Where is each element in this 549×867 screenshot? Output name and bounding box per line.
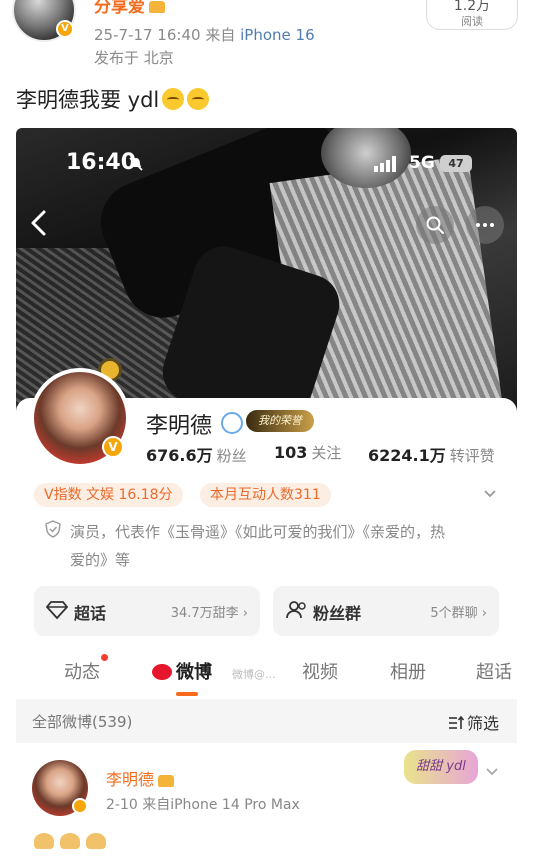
tab-super-topic[interactable]: 超话 bbox=[476, 658, 512, 684]
verified-badge-icon: V bbox=[56, 20, 74, 38]
active-tab-indicator bbox=[176, 692, 198, 696]
super-topic-card[interactable]: 超话 34.7万甜李 › bbox=[34, 586, 260, 636]
feed-meta: 2-10 来自iPhone 14 Pro Max bbox=[106, 797, 300, 813]
fan-group-card[interactable]: 粉丝群 5个群聊 › bbox=[273, 586, 499, 636]
post-text: 李明德我要 ydl bbox=[16, 84, 210, 114]
all-weibo-count[interactable]: 全部微博(539) bbox=[32, 711, 132, 732]
feed-sticker: 甜甜 ydl bbox=[404, 750, 478, 784]
feed-text bbox=[34, 830, 112, 854]
smirk-emoji-icon bbox=[162, 88, 185, 110]
crown-icon bbox=[158, 774, 175, 787]
following-stat[interactable]: 103 关注 bbox=[274, 442, 341, 463]
diamond-icon bbox=[46, 601, 68, 620]
verified-badge-icon bbox=[72, 798, 88, 814]
back-arrow-icon[interactable] bbox=[28, 208, 50, 238]
search-icon bbox=[426, 216, 444, 234]
smirk-emoji-icon bbox=[187, 88, 210, 110]
feed-author-name[interactable]: 李明德 bbox=[106, 766, 175, 790]
signal-icon bbox=[374, 156, 396, 172]
v-index-tag[interactable]: V指数 文娱 16.18分 bbox=[34, 483, 183, 507]
post-meta: 25-7-17 16:40 来自 iPhone 16 bbox=[94, 26, 315, 44]
profile-bio: 演员，代表作《玉骨遥》《如此可爱的我们》《亲爱的，热爱的》等 bbox=[70, 523, 446, 569]
status-time: 16:40 bbox=[66, 150, 137, 175]
crown-icon bbox=[149, 1, 165, 13]
pray-emoji-icon bbox=[34, 833, 54, 849]
group-icon bbox=[286, 601, 306, 619]
more-button[interactable] bbox=[466, 206, 504, 244]
more-dots-icon bbox=[476, 223, 494, 227]
profile-name: 李明德 bbox=[146, 414, 213, 439]
notification-dot bbox=[101, 654, 108, 661]
search-button[interactable] bbox=[416, 206, 454, 244]
pray-emoji-icon bbox=[86, 833, 106, 849]
read-count-box: 1.2万 阅读 bbox=[426, 0, 518, 30]
tab-video[interactable]: 视频 bbox=[302, 658, 338, 684]
author-avatar[interactable]: V bbox=[12, 0, 76, 42]
profile-avatar[interactable]: V bbox=[30, 368, 130, 468]
bell-muted-icon bbox=[129, 157, 143, 171]
post-date: 25-7-17 16:40 bbox=[94, 26, 201, 44]
tab-weibo[interactable]: 微博 bbox=[152, 658, 212, 684]
filter-bar: 全部微博(539) 筛选 bbox=[16, 699, 517, 743]
followers-stat[interactable]: 676.6万 粉丝 bbox=[146, 442, 247, 466]
shield-icon bbox=[45, 520, 61, 538]
verified-badge-icon: V bbox=[102, 436, 124, 458]
filter-icon bbox=[448, 715, 465, 729]
chevron-down-icon[interactable] bbox=[484, 764, 500, 780]
tab-album[interactable]: 相册 bbox=[390, 658, 426, 684]
weibo-icon bbox=[152, 664, 172, 680]
network-label: 5G bbox=[409, 153, 435, 173]
post-device[interactable]: iPhone 16 bbox=[240, 26, 315, 44]
weibo-verify-icon[interactable] bbox=[221, 412, 243, 434]
battery-icon: 47 bbox=[440, 155, 472, 172]
reposts-stat[interactable]: 6224.1万 转评赞 bbox=[368, 442, 495, 466]
post-location: 发布于 北京 bbox=[94, 49, 174, 67]
vip-badge[interactable]: 我的荣誉 bbox=[246, 410, 314, 432]
tab-dynamics[interactable]: 动态 bbox=[64, 654, 108, 684]
feed-avatar[interactable] bbox=[32, 760, 88, 816]
pray-emoji-icon bbox=[60, 833, 80, 849]
author-name[interactable]: 分享爱 bbox=[94, 0, 165, 17]
filter-button[interactable]: 筛选 bbox=[448, 710, 499, 734]
profile-card: V 李明德 我的荣誉 676.6万 粉丝 103 关注 6224.1万 转评赞 V指数… bbox=[16, 358, 517, 867]
chevron-down-icon[interactable] bbox=[482, 486, 498, 502]
interaction-tag[interactable]: 本月互动人数311 bbox=[200, 483, 331, 507]
watermark: 微博@... bbox=[232, 668, 276, 681]
post-image[interactable]: 16:40 5G 47 V 李明德 我的荣誉 676.6万 粉丝 103 关注 … bbox=[16, 128, 517, 867]
